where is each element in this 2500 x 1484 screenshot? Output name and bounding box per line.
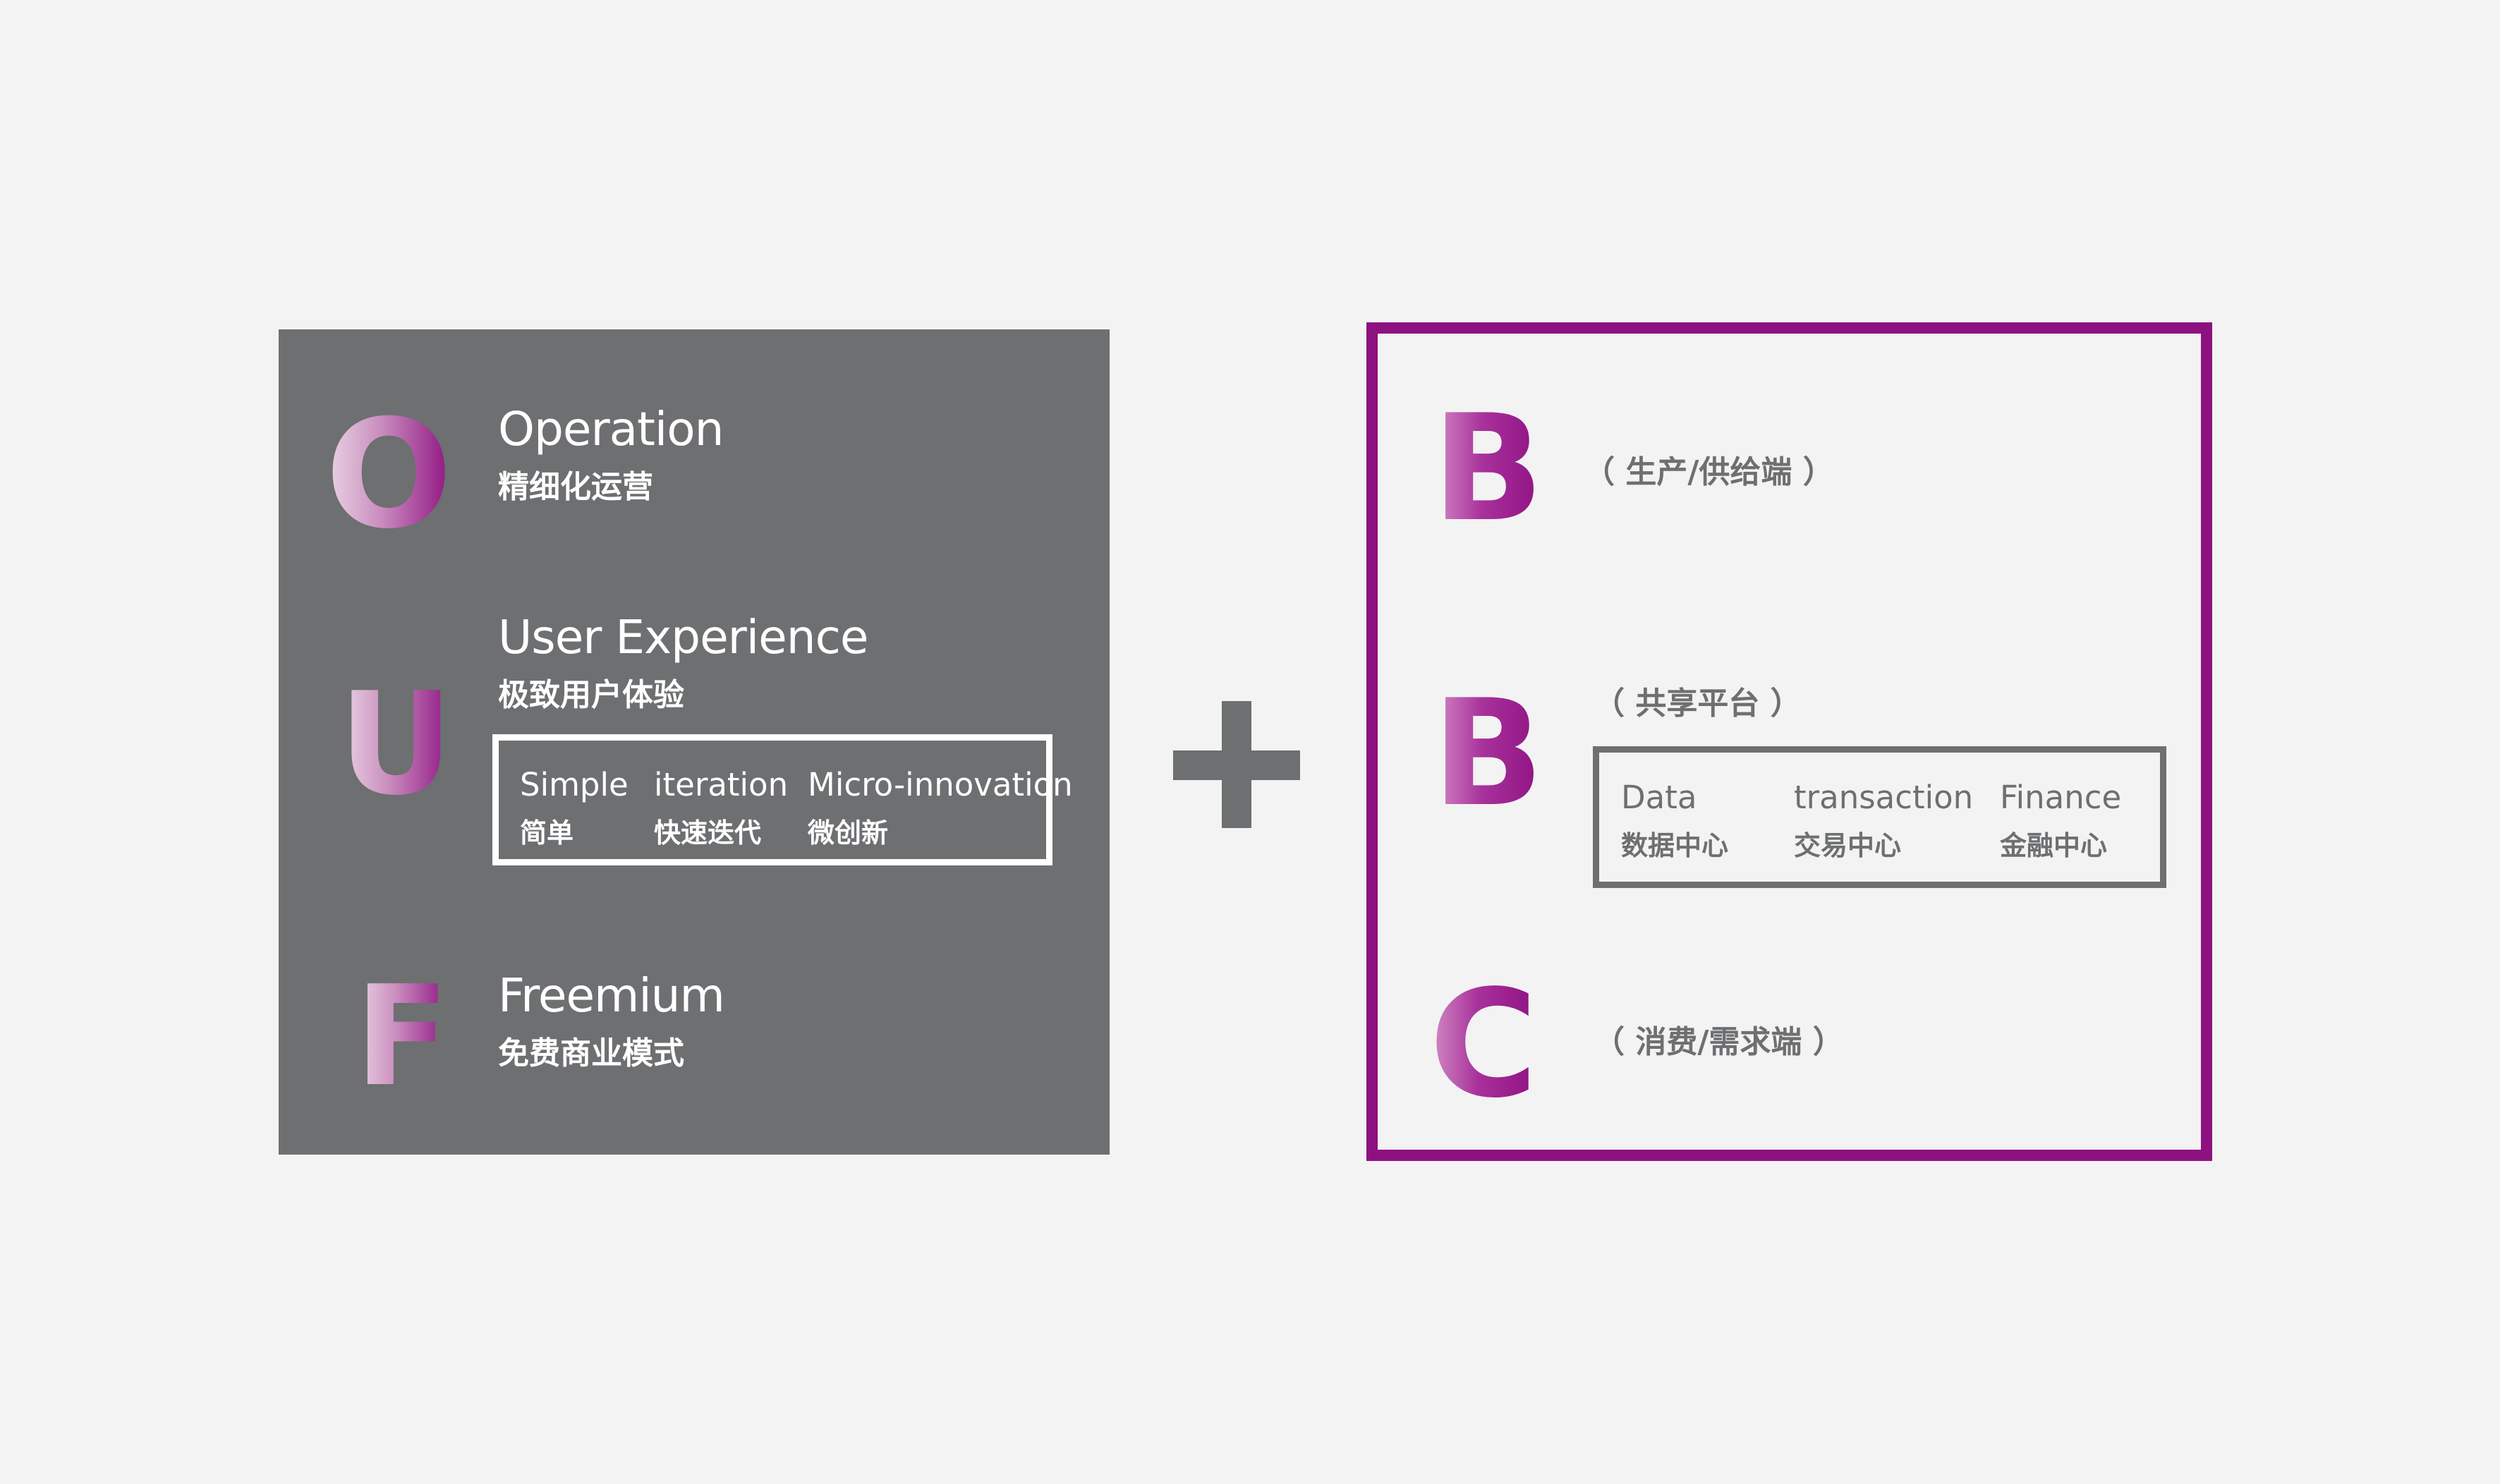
transaction-zh-label: 交易中心 (1794, 830, 1902, 861)
platform-centers-box: Data 数据中心 transaction 交易中心 Finance 金融中心 (1593, 746, 2166, 888)
user-experience-title: User Experience (498, 610, 868, 664)
plus-icon (1173, 701, 1300, 828)
letter-u: U (339, 662, 454, 827)
ouf-panel: O Operation 精细化运营 U User Experience 极致用户… (279, 329, 1110, 1155)
data-zh-label: 数据中心 (1621, 830, 1729, 861)
transaction-label: transaction (1794, 779, 1974, 816)
platform-note: （ 共享平台 ） (1594, 686, 1802, 722)
letter-b-platform: B (1432, 669, 1544, 839)
micro-innovation-zh-label: 微创新 (808, 817, 889, 849)
freemium-subtitle: 免费商业模式 (498, 1035, 684, 1071)
letter-c-consumption: C (1429, 958, 1539, 1131)
operation-subtitle: 精细化运营 (498, 469, 653, 505)
letter-b-production: B (1432, 384, 1544, 554)
consumption-note: （ 消费/需求端 ） (1594, 1024, 1844, 1060)
ux-methods-box: Simple 简单 iteration 快速迭代 Micro-innovatio… (492, 734, 1073, 865)
production-note: （ 生产/供给端 ） (1584, 454, 1834, 490)
bbc-frame: B （ 生产/供给端 ） B （ 共享平台 ） Data 数据中心 transa… (1366, 322, 2212, 1161)
simple-zh-label: 简单 (520, 817, 574, 849)
data-label: Data (1621, 779, 1697, 816)
letter-f: F (355, 956, 449, 1117)
freemium-title: Freemium (498, 968, 725, 1023)
iteration-label: iteration (654, 766, 789, 803)
iteration-zh-label: 快速迭代 (654, 817, 762, 849)
finance-zh-label: 金融中心 (2000, 830, 2108, 861)
user-experience-subtitle: 极致用户体验 (498, 677, 684, 713)
simple-label: Simple (520, 766, 629, 803)
letter-o: O (325, 387, 453, 561)
finance-label: Finance (2000, 779, 2122, 816)
micro-innovation-label: Micro-innovation (808, 766, 1073, 803)
operation-title: Operation (498, 402, 724, 456)
